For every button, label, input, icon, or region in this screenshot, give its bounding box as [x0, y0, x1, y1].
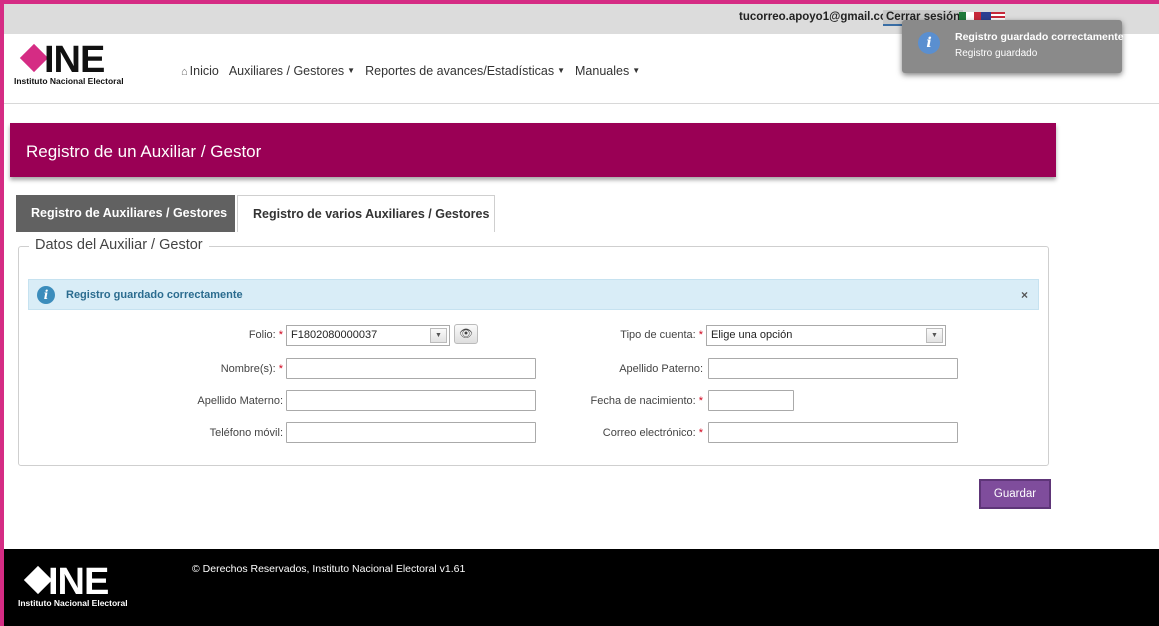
- chevron-down-icon[interactable]: ▼: [430, 328, 447, 343]
- required-mark: *: [698, 427, 703, 439]
- close-icon[interactable]: ×: [1021, 288, 1028, 302]
- correo-label: Correo electrónico: *: [570, 427, 703, 439]
- info-icon: i: [37, 286, 55, 304]
- frame-left-border: [0, 0, 4, 626]
- label-text: Folio:: [248, 329, 276, 341]
- ine-logo[interactable]: INE Instituto Nacional Electoral: [14, 39, 154, 88]
- fecha-nacimiento-label: Fecha de nacimiento: *: [570, 395, 703, 407]
- telefono-input[interactable]: [286, 422, 536, 443]
- nombres-input[interactable]: [286, 358, 536, 379]
- frame-top-border: [0, 0, 1159, 4]
- caret-down-icon: ▼: [632, 66, 641, 75]
- nav-item-reportes[interactable]: Reportes de avances/Estadísticas ▼: [365, 64, 565, 78]
- required-mark: *: [698, 395, 703, 407]
- tipo-cuenta-value: Elige una opción: [711, 329, 793, 341]
- toast-message: Registro guardado: [955, 48, 1038, 59]
- alert-message: Registro guardado correctamente: [66, 289, 243, 301]
- label-text: Correo electrónico:: [602, 427, 696, 439]
- nav-item-label: Inicio: [189, 64, 219, 78]
- tipo-cuenta-label: Tipo de cuenta: *: [590, 329, 703, 341]
- required-mark: *: [698, 329, 703, 341]
- success-alert: i Registro guardado correctamente ×: [28, 279, 1039, 310]
- label-text: Apellido Materno:: [197, 395, 283, 407]
- label-text: Teléfono móvil:: [209, 427, 283, 439]
- label-text: Nombre(s):: [220, 363, 276, 375]
- correo-input[interactable]: [708, 422, 958, 443]
- toast-notification[interactable]: i Registro guardado correctamente Regist…: [902, 20, 1124, 73]
- folio-value: F1802080000037: [291, 329, 378, 341]
- save-button[interactable]: Guardar: [979, 479, 1051, 509]
- footer-ine-logo: INE Instituto Nacional Electoral: [18, 561, 158, 610]
- fecha-nacimiento-input[interactable]: [708, 390, 794, 411]
- nombres-label: Nombre(s): *: [180, 363, 283, 375]
- nav-item-label: Manuales: [575, 64, 630, 78]
- site-footer: INE Instituto Nacional Electoral © Derec…: [4, 549, 1159, 626]
- toast-title: Registro guardado correctamente: [955, 31, 1124, 43]
- label-text: Tipo de cuenta:: [620, 329, 696, 341]
- tipo-cuenta-select[interactable]: Elige una opción ▼: [706, 325, 946, 346]
- nav-item-inicio[interactable]: ⌂ Inicio: [181, 64, 219, 78]
- apellido-paterno-input[interactable]: [708, 358, 958, 379]
- user-email: tucorreo.apoyo1@gmail.com: [739, 11, 898, 23]
- label-text: Fecha de nacimiento:: [590, 395, 696, 407]
- nav-item-label: Auxiliares / Gestores: [228, 64, 345, 78]
- eye-icon[interactable]: 👁: [454, 324, 478, 344]
- home-icon: ⌂: [181, 66, 188, 78]
- logo-subtitle: Instituto Nacional Electoral: [18, 598, 128, 608]
- nav-item-label: Reportes de avances/Estadísticas: [365, 64, 555, 78]
- main-nav: ⌂ Inicio Auxiliares / Gestores ▼ Reportes …: [181, 64, 640, 78]
- tab-registro-individual[interactable]: Registro de Auxiliares / Gestores: [16, 195, 235, 232]
- page-title: Registro de un Auxiliar / Gestor: [26, 142, 262, 161]
- apellido-materno-input[interactable]: [286, 390, 536, 411]
- apellido-materno-label: Apellido Materno:: [170, 395, 283, 407]
- nav-item-auxiliares[interactable]: Auxiliares / Gestores ▼: [229, 64, 355, 78]
- caret-down-icon: ▼: [557, 66, 566, 75]
- page-title-banner: Registro de un Auxiliar / Gestor: [10, 123, 1056, 177]
- label-text: Apellido Paterno:: [619, 363, 703, 375]
- logo-subtitle: Instituto Nacional Electoral: [14, 76, 124, 86]
- caret-down-icon: ▼: [347, 66, 356, 75]
- copyright-text: © Derechos Reservados, Instituto Naciona…: [192, 563, 466, 575]
- fieldset-legend: Datos del Auxiliar / Gestor: [29, 237, 209, 253]
- telefono-label: Teléfono móvil:: [170, 427, 283, 439]
- nav-item-manuales[interactable]: Manuales ▼: [575, 64, 640, 78]
- folio-select[interactable]: F1802080000037 ▼: [286, 325, 450, 346]
- chevron-down-icon[interactable]: ▼: [926, 328, 943, 343]
- required-mark: *: [278, 329, 283, 341]
- tab-registro-varios[interactable]: Registro de varios Auxiliares / Gestores: [237, 195, 495, 232]
- info-icon: i: [918, 32, 940, 54]
- apellido-paterno-label: Apellido Paterno:: [590, 363, 703, 375]
- required-mark: *: [278, 363, 283, 375]
- folio-label: Folio: *: [190, 329, 283, 341]
